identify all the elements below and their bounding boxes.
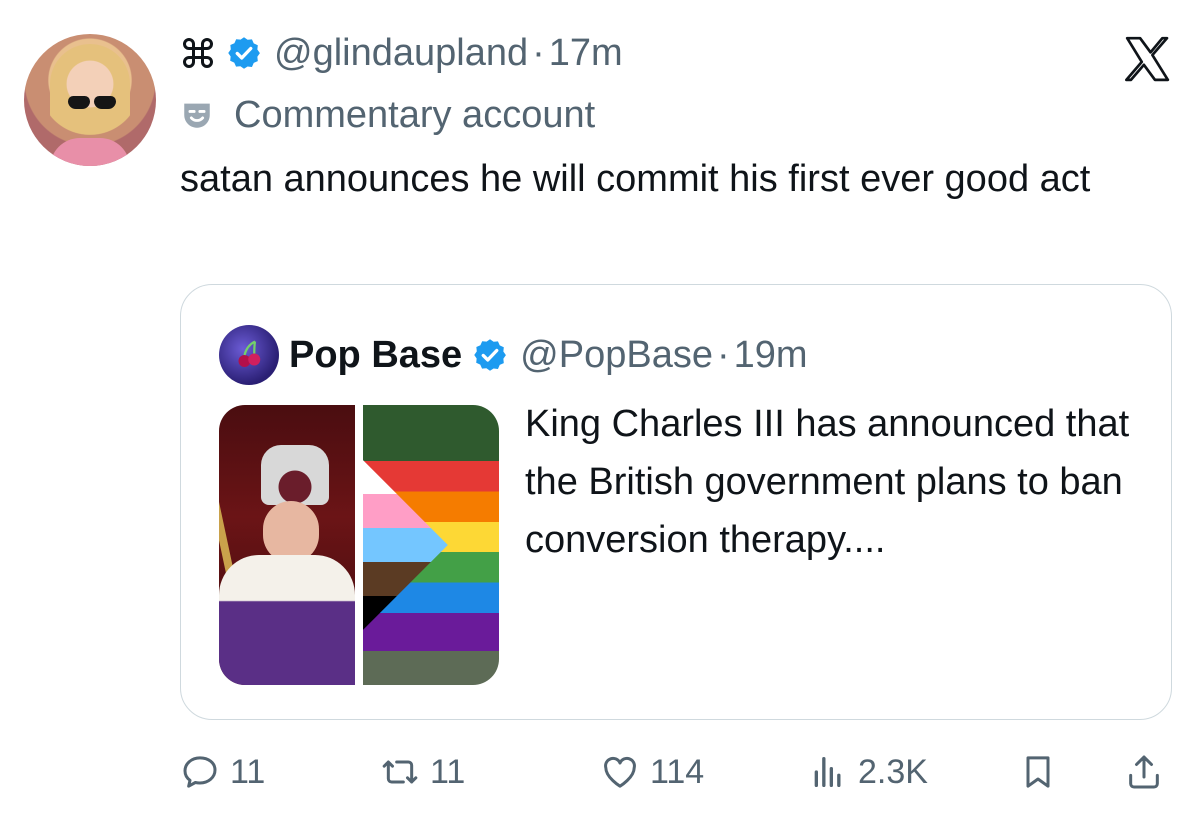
bookmark-icon [1026,756,1050,788]
cherries-icon [238,340,261,367]
quoted-author-name[interactable]: Pop Base [289,334,462,377]
commentary-label: Commentary account [180,92,595,138]
avatar[interactable] [24,34,156,166]
post-header: @glindaupland · 17m [180,28,623,78]
flag-background [363,651,499,685]
bookmark-button[interactable] [1018,742,1058,802]
post-time[interactable]: 17m [549,32,623,75]
quoted-post[interactable]: Pop Base @PopBase · 19m King Charles III… [180,284,1172,720]
media-divider [355,405,363,685]
views-count: 2.3K [858,752,928,791]
king-portrait-image [219,405,355,685]
author-handle[interactable]: @glindaupland [274,32,528,75]
action-bar: 11 11 114 2.3K [180,742,1172,802]
like-count: 114 [650,752,705,791]
theater-mask-icon [184,103,210,128]
retweet-icon [382,760,418,784]
avatar-outfit [50,138,130,166]
command-key-icon [183,38,213,68]
crown [261,445,329,505]
post-text: satan announces he will commit his first… [180,158,1091,200]
avatar-hair [50,44,130,144]
verified-badge-icon [474,339,507,371]
reply-count: 11 [230,752,266,791]
like-button[interactable]: 114 [600,742,704,802]
share-button[interactable] [1124,742,1164,802]
quoted-author-handle[interactable]: @PopBase [520,334,713,377]
x-logo-icon [1125,36,1170,82]
reply-icon [183,756,217,788]
verified-badge-icon [228,37,260,69]
quoted-post-time[interactable]: 19m [734,334,808,377]
portrait-face [263,501,319,563]
share-icon [1129,755,1159,789]
reply-button[interactable]: 11 [180,742,265,802]
retweet-count: 11 [430,752,466,791]
separator-dot: · [716,333,730,376]
quoted-post-text: King Charles III has announced that the … [525,403,1130,561]
views-bar-chart-icon [814,757,841,787]
avatar-sunglasses [68,96,116,110]
quoted-avatar[interactable] [219,325,279,385]
quoted-post-header: Pop Base @PopBase · 19m [219,325,808,385]
retweet-button[interactable]: 11 [380,742,465,802]
commentary-text: Commentary account [234,93,596,136]
heart-icon [604,756,636,788]
quoted-media[interactable] [219,405,499,685]
separator-dot: · [532,31,545,74]
views-button[interactable]: 2.3K [808,742,928,802]
portrait-robe [219,555,355,685]
pride-flag-image [363,405,499,685]
